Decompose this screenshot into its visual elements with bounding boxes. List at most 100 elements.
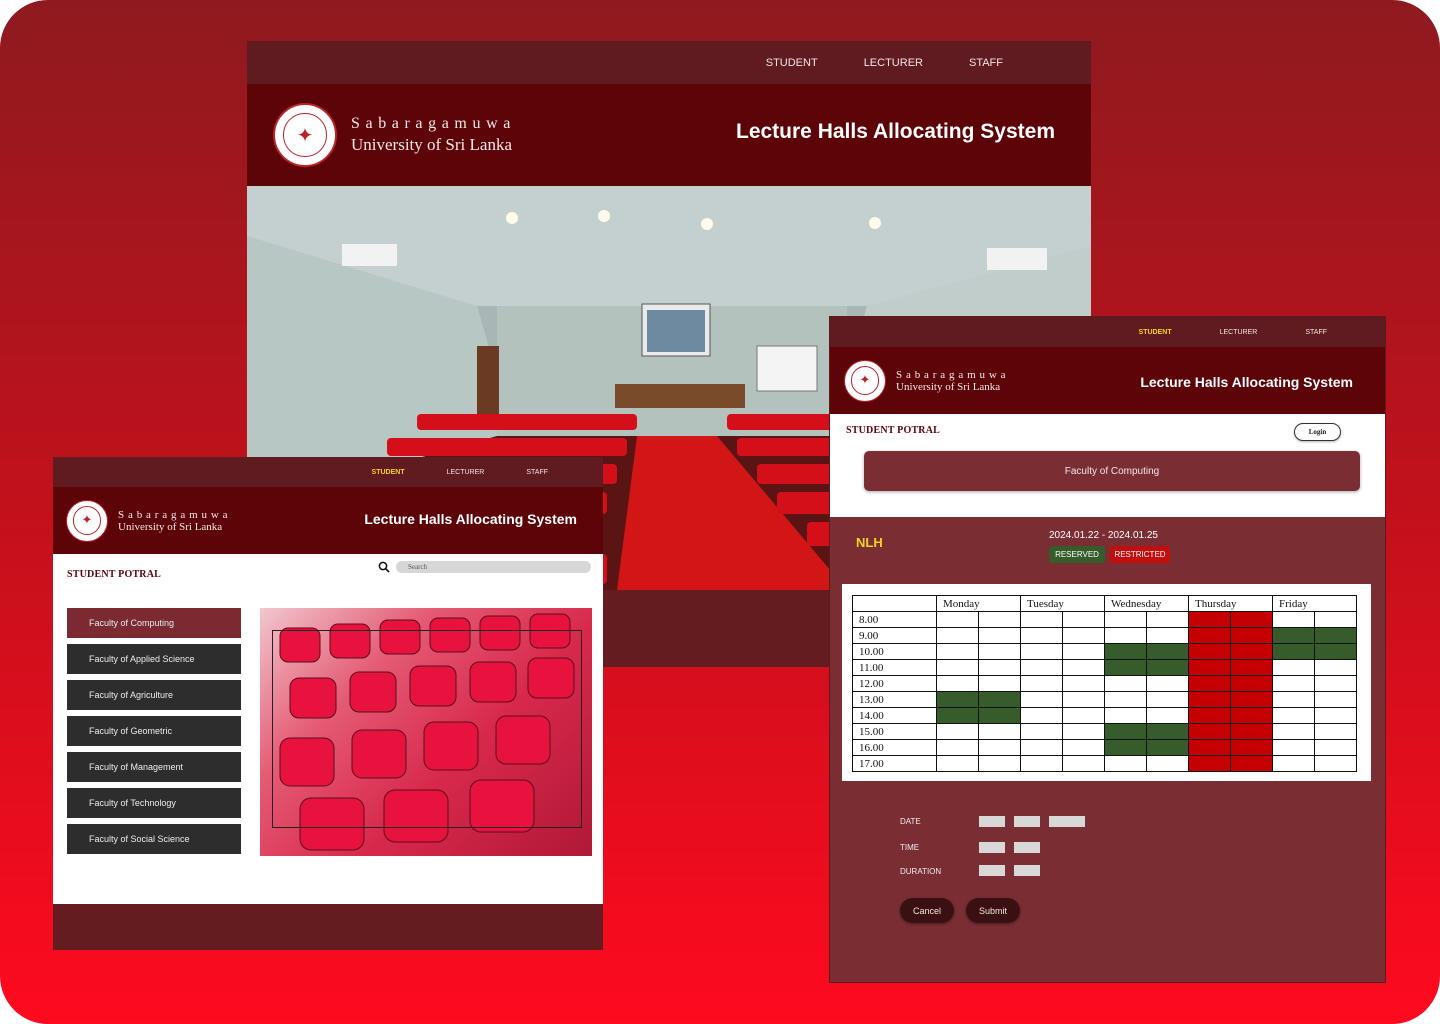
free-slot[interactable] (1020, 627, 1063, 644)
restricted-slot[interactable] (1230, 691, 1273, 708)
restricted-slot[interactable] (1188, 739, 1231, 756)
search-input[interactable]: Search (396, 561, 591, 573)
free-slot[interactable] (936, 659, 979, 676)
free-slot[interactable] (936, 611, 979, 628)
free-slot[interactable] (1314, 675, 1357, 692)
free-slot[interactable] (1146, 675, 1189, 692)
free-slot[interactable] (1062, 659, 1105, 676)
free-slot[interactable] (1272, 659, 1315, 676)
reserved-slot[interactable] (1146, 739, 1189, 756)
login-button[interactable]: Login (1294, 423, 1341, 441)
free-slot[interactable] (1062, 723, 1105, 740)
time-minute-field[interactable] (1014, 842, 1040, 853)
free-slot[interactable] (1146, 611, 1189, 628)
free-slot[interactable] (1062, 627, 1105, 644)
search-icon[interactable] (378, 561, 390, 573)
free-slot[interactable] (936, 675, 979, 692)
free-slot[interactable] (978, 675, 1021, 692)
faculty-item-geometric[interactable]: Faculty of Geometric (67, 716, 241, 746)
reserved-slot[interactable] (1104, 659, 1147, 676)
free-slot[interactable] (1314, 723, 1357, 740)
free-slot[interactable] (1272, 723, 1315, 740)
restricted-slot[interactable] (1230, 707, 1273, 724)
nav-lecturer[interactable]: LECTURER (864, 57, 923, 69)
restricted-slot[interactable] (1188, 643, 1231, 660)
free-slot[interactable] (978, 611, 1021, 628)
reserved-slot[interactable] (1146, 643, 1189, 660)
free-slot[interactable] (1104, 675, 1147, 692)
faculty-item-applied-science[interactable]: Faculty of Applied Science (67, 644, 241, 674)
duration-hours-field[interactable] (979, 865, 1005, 876)
reserved-slot[interactable] (1146, 723, 1189, 740)
free-slot[interactable] (978, 739, 1021, 756)
reserved-slot[interactable] (936, 691, 979, 708)
restricted-slot[interactable] (1188, 611, 1231, 628)
nav-student[interactable]: STUDENT (372, 469, 405, 476)
free-slot[interactable] (1146, 755, 1189, 772)
free-slot[interactable] (1314, 611, 1357, 628)
free-slot[interactable] (978, 643, 1021, 660)
free-slot[interactable] (1272, 739, 1315, 756)
duration-minutes-field[interactable] (1014, 865, 1040, 876)
free-slot[interactable] (1020, 723, 1063, 740)
free-slot[interactable] (1104, 755, 1147, 772)
submit-button[interactable]: Submit (966, 898, 1020, 923)
nav-lecturer[interactable]: LECTURER (447, 469, 485, 476)
nav-staff[interactable]: STAFF (526, 469, 548, 476)
free-slot[interactable] (1104, 627, 1147, 644)
restricted-slot[interactable] (1230, 659, 1273, 676)
free-slot[interactable] (1146, 691, 1189, 708)
reserved-slot[interactable] (1146, 659, 1189, 676)
restricted-slot[interactable] (1188, 627, 1231, 644)
free-slot[interactable] (978, 755, 1021, 772)
free-slot[interactable] (1020, 707, 1063, 724)
free-slot[interactable] (978, 659, 1021, 676)
free-slot[interactable] (1020, 643, 1063, 660)
date-month-field[interactable] (1014, 816, 1040, 827)
restricted-slot[interactable] (1188, 707, 1231, 724)
free-slot[interactable] (1062, 755, 1105, 772)
nav-student[interactable]: STUDENT (766, 57, 818, 69)
free-slot[interactable] (1020, 739, 1063, 756)
reserved-slot[interactable] (936, 707, 979, 724)
free-slot[interactable] (1020, 659, 1063, 676)
restricted-slot[interactable] (1188, 675, 1231, 692)
free-slot[interactable] (1314, 739, 1357, 756)
free-slot[interactable] (1062, 611, 1105, 628)
date-day-field[interactable] (979, 816, 1005, 827)
free-slot[interactable] (1314, 659, 1357, 676)
free-slot[interactable] (1272, 611, 1315, 628)
free-slot[interactable] (1272, 707, 1315, 724)
free-slot[interactable] (1104, 611, 1147, 628)
restricted-slot[interactable] (1230, 739, 1273, 756)
free-slot[interactable] (1104, 707, 1147, 724)
free-slot[interactable] (978, 723, 1021, 740)
free-slot[interactable] (1062, 675, 1105, 692)
reserved-slot[interactable] (1272, 627, 1315, 644)
free-slot[interactable] (936, 723, 979, 740)
free-slot[interactable] (1146, 707, 1189, 724)
free-slot[interactable] (1020, 691, 1063, 708)
reserved-slot[interactable] (1314, 627, 1357, 644)
faculty-item-computing[interactable]: Faculty of Computing (67, 608, 241, 638)
free-slot[interactable] (1062, 691, 1105, 708)
free-slot[interactable] (936, 627, 979, 644)
nav-student[interactable]: STUDENT (1139, 329, 1172, 336)
faculty-item-management[interactable]: Faculty of Management (67, 752, 241, 782)
reserved-slot[interactable] (1104, 723, 1147, 740)
faculty-item-agriculture[interactable]: Faculty of Agriculture (67, 680, 241, 710)
nav-staff[interactable]: STAFF (969, 57, 1003, 69)
free-slot[interactable] (1020, 755, 1063, 772)
faculty-item-technology[interactable]: Faculty of Technology (67, 788, 241, 818)
restricted-slot[interactable] (1230, 755, 1273, 772)
reserved-slot[interactable] (1104, 739, 1147, 756)
free-slot[interactable] (1146, 627, 1189, 644)
restricted-slot[interactable] (1188, 691, 1231, 708)
restricted-slot[interactable] (1230, 627, 1273, 644)
free-slot[interactable] (1020, 675, 1063, 692)
free-slot[interactable] (1104, 691, 1147, 708)
free-slot[interactable] (1272, 691, 1315, 708)
restricted-slot[interactable] (1188, 659, 1231, 676)
time-hour-field[interactable] (979, 842, 1005, 853)
reserved-slot[interactable] (1314, 643, 1357, 660)
